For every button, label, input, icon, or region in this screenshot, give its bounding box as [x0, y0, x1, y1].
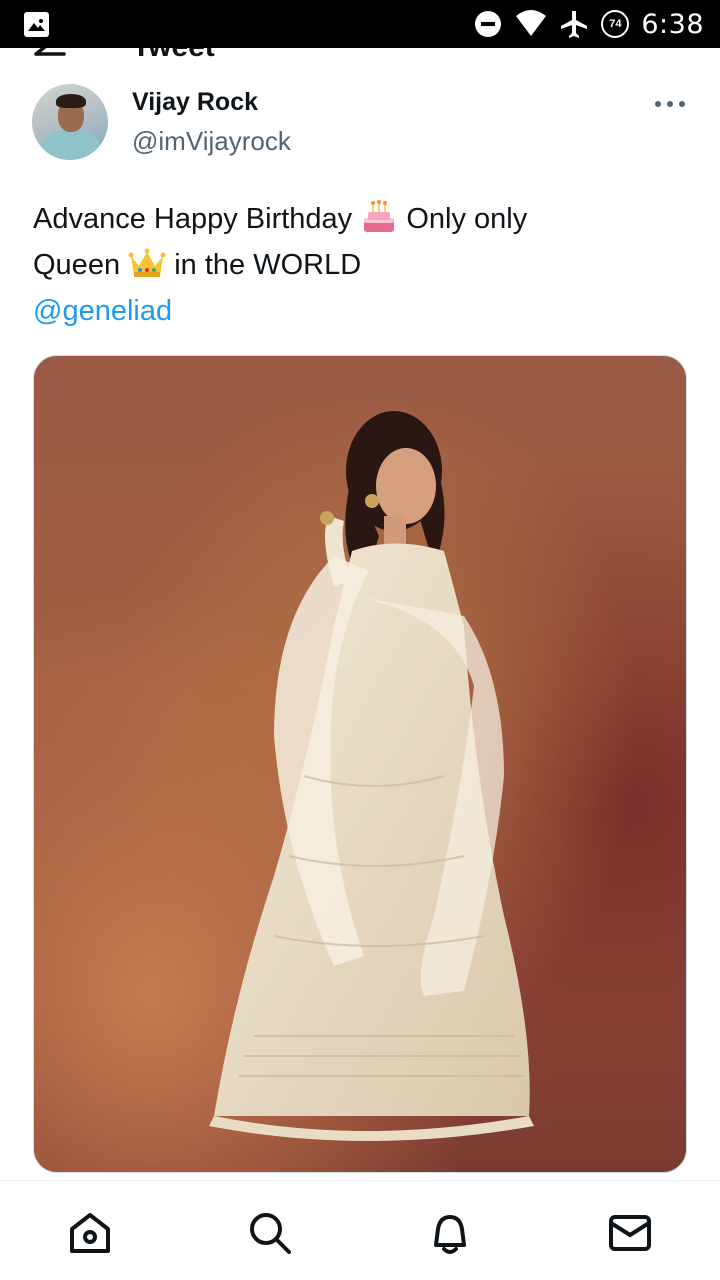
- status-bar: 74 6:38: [0, 0, 720, 48]
- battery-icon: 74: [601, 10, 630, 38]
- avatar[interactable]: [32, 84, 108, 160]
- do-not-disturb-icon: [475, 11, 502, 37]
- notifications-icon[interactable]: [426, 1209, 474, 1257]
- airplane-mode-icon: [561, 11, 588, 38]
- author-name[interactable]: Vijay Rock: [132, 88, 258, 117]
- wifi-icon: [516, 10, 547, 36]
- author-handle[interactable]: @imVijayrock: [132, 126, 291, 157]
- bottom-navigation: [0, 1181, 720, 1280]
- tweet-text-part: in the WORLD: [174, 249, 362, 281]
- messages-icon[interactable]: [606, 1209, 654, 1257]
- home-icon[interactable]: [66, 1209, 114, 1257]
- birthday-cake-icon: [364, 200, 395, 232]
- tweet-text: Advance Happy Birthday Only only Queen i…: [33, 196, 683, 334]
- clock: 6:38: [641, 8, 704, 40]
- tweet-text-part: Only only: [406, 203, 528, 235]
- mention-link[interactable]: @geneliad: [33, 295, 172, 327]
- header-fade: [0, 60, 720, 100]
- tweet-photo[interactable]: [33, 355, 687, 1173]
- photo-illustration: [209, 411, 534, 1141]
- crown-icon: [128, 248, 166, 277]
- more-options-icon[interactable]: [650, 92, 690, 116]
- search-icon[interactable]: [246, 1209, 294, 1257]
- gallery-notification-icon: [24, 12, 49, 37]
- tweet-text-part: Advance Happy Birthday: [33, 203, 353, 235]
- tweet-text-part: Queen: [33, 249, 121, 281]
